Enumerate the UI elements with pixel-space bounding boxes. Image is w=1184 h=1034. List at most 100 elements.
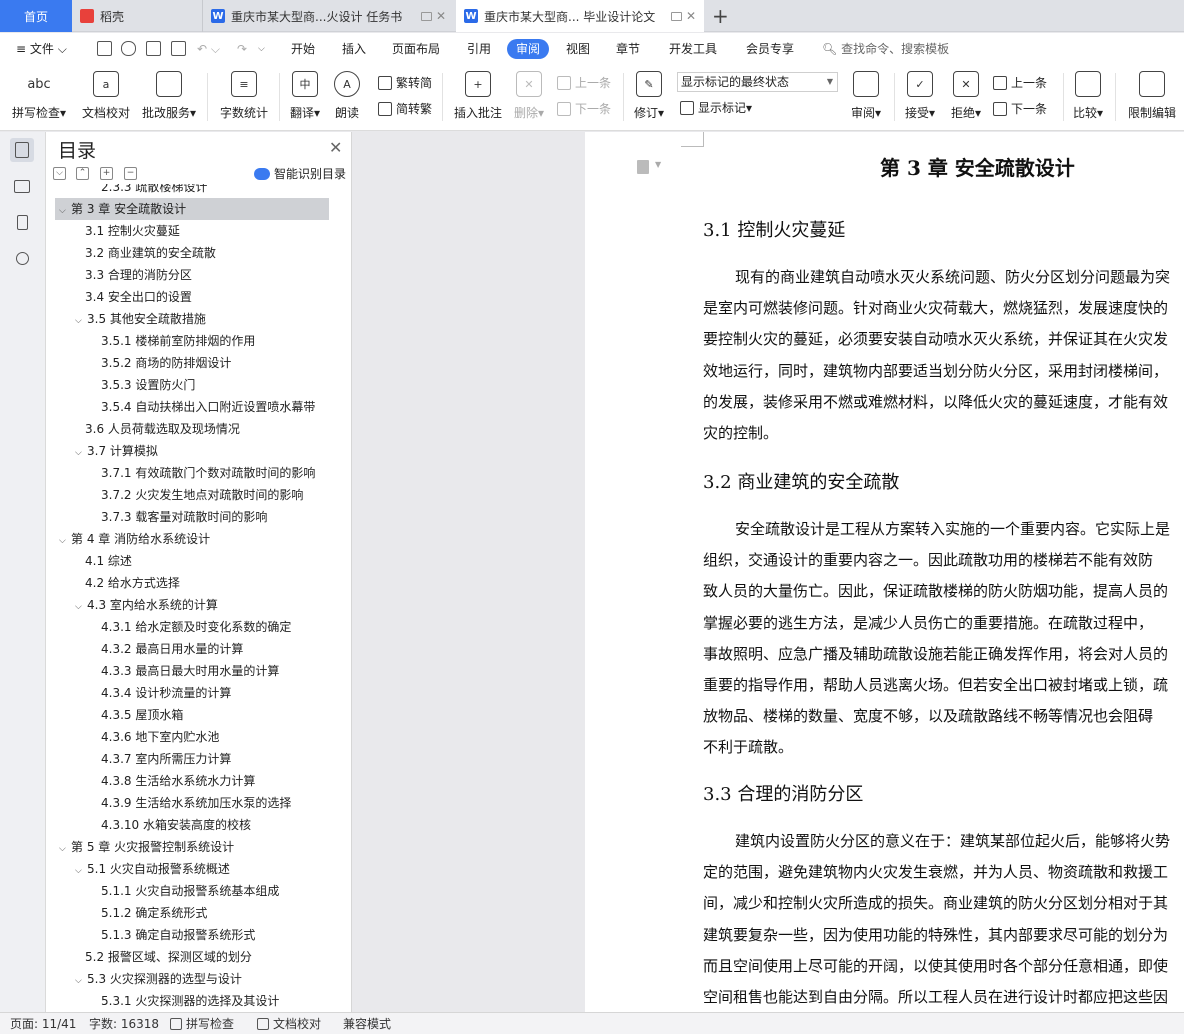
menu-developer[interactable]: 开发工具 xyxy=(669,39,717,59)
word-count-indicator[interactable]: 字数: 16318 xyxy=(89,1016,159,1032)
search-icon[interactable] xyxy=(10,246,34,270)
show-markup-button[interactable]: 显示标记 ▾ xyxy=(680,98,752,118)
monitor-icon[interactable] xyxy=(670,11,682,21)
toc-entry[interactable]: ⌵ 4.3 室内给水系统的计算 xyxy=(55,594,329,616)
monitor-icon[interactable] xyxy=(420,11,432,21)
status-spell-check[interactable]: 拼写检查 xyxy=(170,1016,234,1032)
toc-entry[interactable]: 3.5.4 自动扶梯出入口附近设置喷水幕带 xyxy=(55,396,329,418)
toc-entry[interactable]: ⌵ 第 5 章 火灾报警控制系统设计 xyxy=(55,836,329,858)
menu-references[interactable]: 引用 xyxy=(467,39,491,59)
toc-entry[interactable]: 3.7.2 火灾发生地点对疏散时间的影响 xyxy=(55,484,329,506)
command-search[interactable]: 🔍︎ 查找命令、搜索模板 xyxy=(822,39,949,59)
batch-service-button[interactable]: 批改服务▾ xyxy=(137,69,201,125)
close-icon[interactable]: ✕ xyxy=(686,9,696,23)
tab-home[interactable]: 首页 xyxy=(0,0,72,32)
toc-entry[interactable]: 3.4 安全出口的设置 xyxy=(55,286,329,308)
undo-icon[interactable]: ↶ ⌵ xyxy=(197,39,220,59)
menu-page-layout[interactable]: 页面布局 xyxy=(392,39,440,59)
review-pane-button[interactable]: 审阅▾ xyxy=(843,69,889,125)
menu-view[interactable]: 视图 xyxy=(566,39,590,59)
chevron-down-icon[interactable]: ⌵ xyxy=(75,970,87,990)
toc-entry[interactable]: 4.3.5 屋顶水箱 xyxy=(55,704,329,726)
chevron-down-icon[interactable]: ▼ xyxy=(655,160,661,169)
toc-entry[interactable]: 5.3.1 火灾探测器的选择及其设计 xyxy=(55,990,329,1012)
tab-docer[interactable]: 稻壳 xyxy=(72,0,200,32)
file-menu[interactable]: ≡ 文件 ⌵ xyxy=(16,39,67,59)
doc-proofread-button[interactable]: a 文档校对 xyxy=(76,69,136,125)
tab-thesis-doc[interactable]: W 重庆市某大型商... 毕业设计论文 ✕ xyxy=(456,0,704,32)
toc-entry[interactable]: 4.3.8 生活给水系统水力计算 xyxy=(55,770,329,792)
toc-entry[interactable]: 3.2 商业建筑的安全疏散 xyxy=(55,242,329,264)
simp-to-trad-button[interactable]: 简转繁 xyxy=(378,99,432,119)
toc-entry[interactable]: ⌵ 第 3 章 安全疏散设计 xyxy=(55,198,329,220)
bookmark-icon[interactable] xyxy=(10,210,34,234)
tab-task-doc[interactable]: W 重庆市某大型商...火设计 任务书 ✕ xyxy=(202,0,454,32)
reject-button[interactable]: ✕ 拒绝▾ xyxy=(944,69,988,125)
toc-entry[interactable]: 3.5.1 楼梯前室防排烟的作用 xyxy=(55,330,329,352)
status-proofread[interactable]: 文档校对 xyxy=(257,1016,321,1032)
expand-up-icon[interactable]: ⌃ xyxy=(76,167,89,180)
toc-entry[interactable]: 3.5.2 商场的防排烟设计 xyxy=(55,352,329,374)
toc-entry[interactable]: 3.7.3 载客量对疏散时间的影响 xyxy=(55,506,329,528)
new-tab-plus-icon[interactable]: + xyxy=(712,4,729,28)
close-icon[interactable]: ✕ xyxy=(436,9,446,23)
toc-entry[interactable]: 4.3.2 最高日用水量的计算 xyxy=(55,638,329,660)
redo-icon[interactable]: ↷ xyxy=(237,39,247,59)
save-icon[interactable] xyxy=(97,41,112,56)
export-icon[interactable] xyxy=(121,41,136,56)
remove-entry-icon[interactable]: − xyxy=(124,167,137,180)
document-page[interactable]: ▼ 第 3 章 安全疏散设计 3.1 控制火灾蔓延 现有的商业建筑自动喷水灭火系统… xyxy=(585,132,1184,1012)
toc-entry[interactable]: 4.3.1 给水定额及时变化系数的确定 xyxy=(55,616,329,638)
next-change-button[interactable]: 下一条 xyxy=(993,99,1047,119)
toc-entry[interactable]: 4.3.7 室内所需压力计算 xyxy=(55,748,329,770)
toc-entry[interactable]: 3.5.3 设置防火门 xyxy=(55,374,329,396)
markup-state-select[interactable]: 显示标记的最终状态 ▼ xyxy=(677,72,838,92)
toc-entry[interactable]: 5.1.3 确定自动报警系统形式 xyxy=(55,924,329,946)
page-indicator[interactable]: 页面: 11/41 xyxy=(10,1016,76,1032)
toc-entry[interactable]: 5.1.1 火灾自动报警系统基本组成 xyxy=(55,880,329,902)
toc-entry[interactable]: 5.2 报警区域、探测区域的划分 xyxy=(55,946,329,968)
print-icon[interactable] xyxy=(146,41,161,56)
menu-insert[interactable]: 插入 xyxy=(342,39,366,59)
toc-entry[interactable]: 4.3.4 设计秒流量的计算 xyxy=(55,682,329,704)
quick-access-dropdown-icon[interactable]: ⌵ xyxy=(258,39,265,59)
add-entry-icon[interactable]: + xyxy=(100,167,113,180)
toc-entry[interactable]: 4.3.6 地下室内贮水池 xyxy=(55,726,329,748)
prev-comment-button[interactable]: 上一条 xyxy=(557,73,611,93)
toc-entry[interactable]: ⌵ 5.1 火灾自动报警系统概述 xyxy=(55,858,329,880)
toc-entry[interactable]: 5.1.2 确定系统形式 xyxy=(55,902,329,924)
collapse-all-icon[interactable]: ⌵ xyxy=(53,167,66,180)
toc-panel-icon[interactable] xyxy=(10,138,34,162)
word-count-button[interactable]: ≡ 字数统计 xyxy=(214,69,274,125)
toc-entry[interactable]: 2.3.3 疏散楼梯设计 xyxy=(55,184,329,198)
chevron-down-icon[interactable]: ⌵ xyxy=(59,200,71,220)
compare-button[interactable]: 比较▾ xyxy=(1066,69,1110,125)
paragraph-options-icon[interactable] xyxy=(637,160,649,174)
toc-entry[interactable]: 4.3.3 最高日最大时用水量的计算 xyxy=(55,660,329,682)
toc-entry[interactable]: ⌵ 5.3 火灾探测器的选型与设计 xyxy=(55,968,329,990)
toc-entry[interactable]: ⌵ 3.7 计算模拟 xyxy=(55,440,329,462)
chevron-down-icon[interactable]: ⌵ xyxy=(75,596,87,616)
spell-check-button[interactable]: abc 拼写检查▾ xyxy=(8,69,70,125)
read-aloud-button[interactable]: A 朗读 xyxy=(328,69,366,125)
restrict-editing-button[interactable]: 限制编辑 xyxy=(1122,69,1182,125)
menu-section[interactable]: 章节 xyxy=(616,39,640,59)
toc-entry[interactable]: ⌵ 第 4 章 消防给水系统设计 xyxy=(55,528,329,550)
menu-review[interactable]: 审阅 xyxy=(507,39,550,59)
toc-entry[interactable]: 3.7.1 有效疏散门个数对疏散时间的影响 xyxy=(55,462,329,484)
toc-entry[interactable]: 4.1 综述 xyxy=(55,550,329,572)
toc-entry[interactable]: 3.3 合理的消防分区 xyxy=(55,264,329,286)
next-comment-button[interactable]: 下一条 xyxy=(557,99,611,119)
menu-start[interactable]: 开始 xyxy=(291,39,315,59)
toc-entry[interactable]: 4.3.9 生活给水系统加压水泵的选择 xyxy=(55,792,329,814)
toc-entry[interactable]: 3.6 人员荷载选取及现场情况 xyxy=(55,418,329,440)
translate-button[interactable]: 中 翻译▾ xyxy=(282,69,328,125)
toc-entry[interactable]: ⌵ 3.5 其他安全疏散措施 xyxy=(55,308,329,330)
chevron-down-icon[interactable]: ⌵ xyxy=(75,310,87,330)
close-icon[interactable]: ✕ xyxy=(329,138,342,157)
insert-comment-button[interactable]: + 插入批注 xyxy=(448,69,508,125)
chevron-down-icon[interactable]: ⌵ xyxy=(75,860,87,880)
trad-to-simp-button[interactable]: 繁转简 xyxy=(378,73,432,93)
chevron-down-icon[interactable]: ⌵ xyxy=(59,530,71,550)
toc-entry[interactable]: 4.2 给水方式选择 xyxy=(55,572,329,594)
